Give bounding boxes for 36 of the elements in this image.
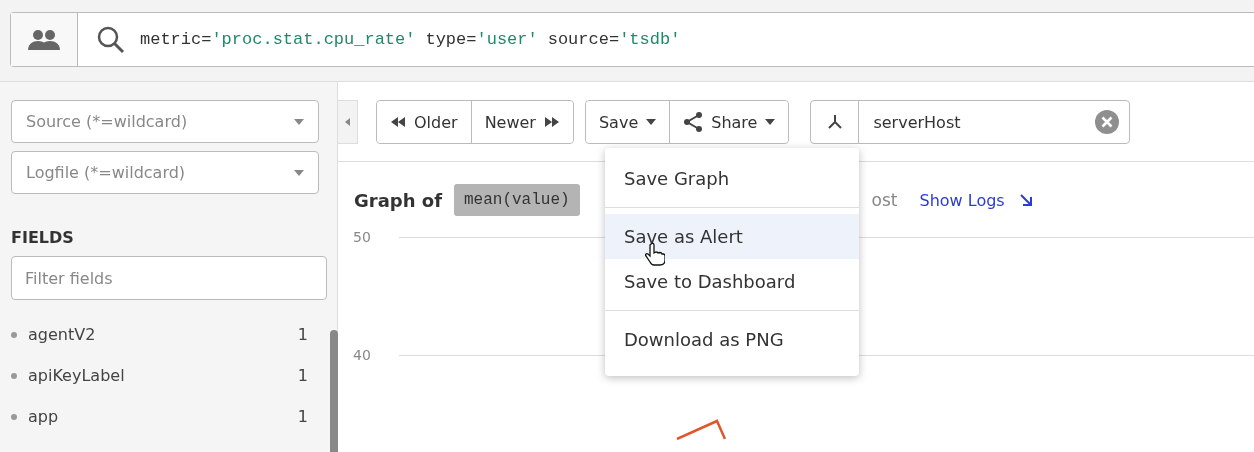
logfile-select[interactable]: Logfile (*=wildcard) xyxy=(11,151,319,194)
fast-forward-icon xyxy=(543,117,560,127)
field-name[interactable]: apiKeyLabel xyxy=(28,366,298,385)
show-logs-link[interactable]: Show Logs xyxy=(919,190,1005,210)
field-count: 1 xyxy=(297,407,308,426)
caret-icon xyxy=(765,119,776,125)
scrollbar[interactable] xyxy=(330,330,338,452)
source-select[interactable]: Source (*=wildcard) xyxy=(11,100,319,143)
bullet-icon xyxy=(11,413,17,420)
bullet-icon xyxy=(11,372,17,379)
field-name[interactable]: app xyxy=(28,407,298,426)
rewind-icon xyxy=(390,117,406,127)
caret-icon xyxy=(646,119,657,125)
field-count: 1 xyxy=(297,325,308,344)
menu-item[interactable]: Download as PNG xyxy=(605,317,859,362)
field-count: 1 xyxy=(297,366,308,385)
graph-title: Graph of xyxy=(354,189,442,211)
caret-icon xyxy=(294,169,304,176)
hand-cursor-icon xyxy=(645,242,665,266)
chart-line xyxy=(676,418,726,440)
bullet-icon xyxy=(11,331,17,338)
caret-icon xyxy=(294,118,304,125)
axis-label: 40 xyxy=(353,347,372,363)
newer-button[interactable]: Newer xyxy=(470,101,573,143)
menu-item[interactable]: Save to Dashboard xyxy=(605,259,859,304)
axis-label: 50 xyxy=(353,229,372,245)
aggregate-badge: mean(value) xyxy=(453,184,580,216)
graph-title-tail: ost xyxy=(871,190,898,210)
field-name[interactable]: agentV2 xyxy=(28,325,298,344)
fields-heading: FIELDS xyxy=(11,228,75,247)
menu-item[interactable]: Save Graph xyxy=(605,156,859,201)
caret-icon xyxy=(345,118,350,126)
share-icon xyxy=(683,111,704,133)
share-button[interactable]: Share xyxy=(669,101,789,143)
filter-field[interactable]: Filter fields xyxy=(11,256,327,300)
arrow-icon[interactable] xyxy=(1018,193,1033,207)
